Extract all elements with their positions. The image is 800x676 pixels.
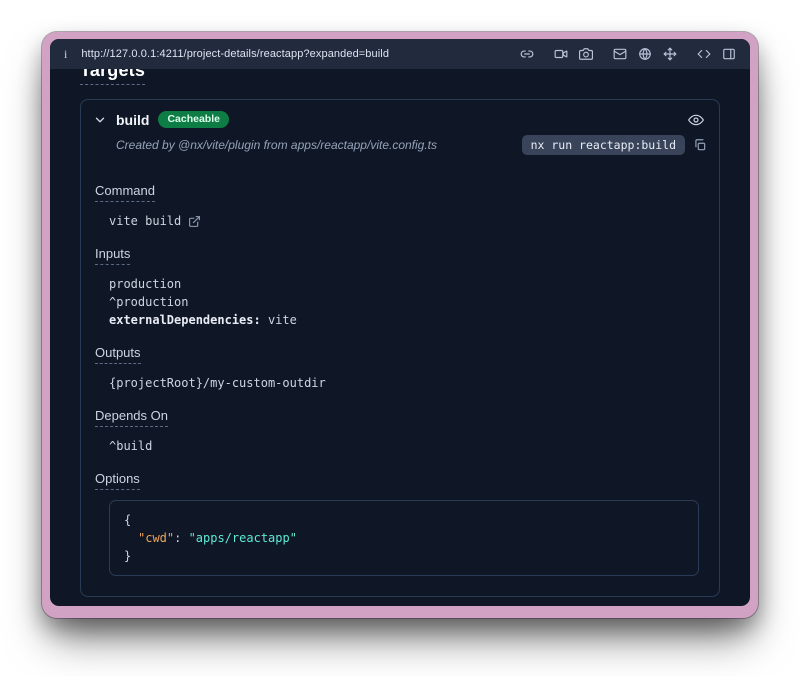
eye-icon[interactable] (684, 108, 707, 131)
browser-viewport: i http://127.0.0.1:4211/project-details/… (50, 39, 750, 606)
target-name-build: build (116, 112, 149, 128)
chevron-down-icon[interactable] (93, 113, 107, 127)
copy-icon[interactable] (693, 138, 707, 152)
input-item: ^production (109, 293, 699, 311)
outputs-values: {projectRoot}/my-custom-outdir (95, 374, 699, 392)
command-value: vite build (109, 212, 181, 230)
page-content: Targets build Cacheable Created by @nx/v… (50, 69, 750, 606)
code-icon[interactable] (697, 47, 711, 61)
command-label: Command (95, 183, 699, 202)
code-line: } (124, 547, 684, 565)
browser-toolbar: i http://127.0.0.1:4211/project-details/… (50, 39, 750, 69)
inputs-values: production^production externalDependenci… (95, 275, 699, 329)
target-card-build: build Cacheable Created by @nx/vite/plug… (80, 99, 720, 597)
code-line: { (124, 511, 684, 529)
options-label: Options (95, 471, 699, 490)
build-card-subheader: Created by @nx/vite/plugin from apps/rea… (81, 133, 719, 167)
build-card-body: Command vite build Inputs production^pro… (81, 183, 719, 596)
external-link-icon[interactable] (188, 215, 201, 228)
created-by-note: Created by @nx/vite/plugin from apps/rea… (116, 138, 437, 152)
depends-on-label: Depends On (95, 408, 699, 427)
globe-icon[interactable] (638, 47, 652, 61)
output-item: {projectRoot}/my-custom-outdir (109, 374, 699, 392)
cacheable-badge: Cacheable (158, 111, 229, 129)
video-capture-icon[interactable] (554, 47, 568, 61)
info-icon[interactable]: i (64, 47, 67, 62)
link-icon[interactable] (520, 47, 534, 61)
options-code-block: { "cwd": "apps/reactapp" } (109, 500, 699, 576)
outputs-label: Outputs (95, 345, 699, 364)
depends-on-values: ^build (95, 437, 699, 455)
camera-icon[interactable] (579, 47, 593, 61)
toolbar-icons (520, 47, 736, 61)
inputs-label: Inputs (95, 246, 699, 265)
page-title: Targets (80, 69, 720, 85)
input-item: production (109, 275, 699, 293)
sidebar-icon[interactable] (722, 47, 736, 61)
input-external-deps: externalDependencies: vite (109, 311, 699, 329)
run-command-chip: nx run reactapp:build (522, 135, 685, 155)
browser-window: i http://127.0.0.1:4211/project-details/… (42, 32, 758, 618)
mail-icon[interactable] (613, 47, 627, 61)
url-bar[interactable]: http://127.0.0.1:4211/project-details/re… (81, 48, 506, 60)
command-value-row: vite build (95, 212, 699, 230)
depends-item: ^build (109, 437, 699, 455)
move-icon[interactable] (663, 47, 677, 61)
code-line: "cwd": "apps/reactapp" (124, 529, 684, 547)
build-card-header: build Cacheable (81, 100, 719, 133)
